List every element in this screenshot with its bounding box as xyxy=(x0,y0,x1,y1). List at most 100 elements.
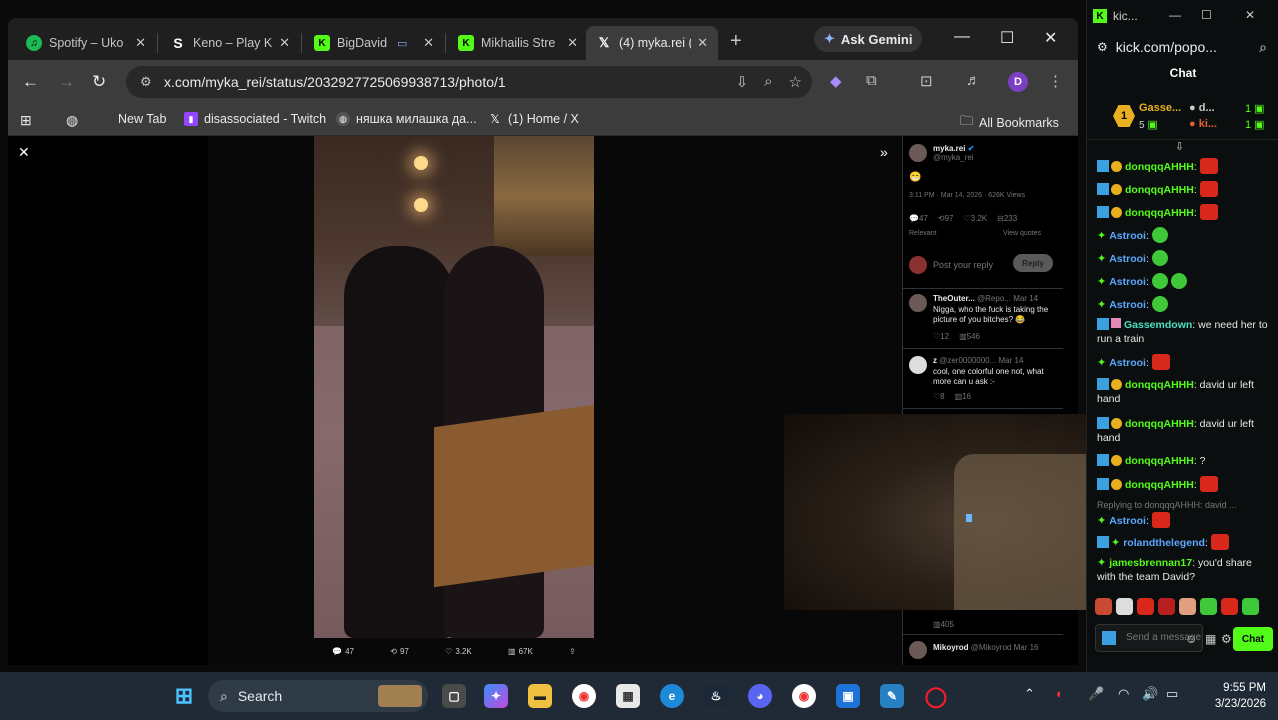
app-icon[interactable]: ▣ xyxy=(836,684,860,708)
bookmark-x-home[interactable]: 𝕏 (1) Home / X xyxy=(488,112,579,126)
back-button[interactable]: ← xyxy=(22,72,39,92)
bookmark-new-tab[interactable]: New Tab xyxy=(118,112,166,126)
address-bar[interactable]: ⚙ x.com/myka_rei/status/2032927725069938… xyxy=(126,66,812,98)
chrome-profile-icon[interactable]: ◉ xyxy=(792,684,816,708)
close-window-button[interactable]: ✕ xyxy=(1245,8,1255,22)
reply-author[interactable]: TheOuter... xyxy=(933,294,975,303)
author-name[interactable]: myka.rei ✔ xyxy=(933,144,1078,153)
close-icon[interactable]: ✕ xyxy=(567,35,578,51)
gifter-name-3[interactable]: ● ki... xyxy=(1189,118,1217,130)
reply-button[interactable]: Reply xyxy=(1013,254,1053,272)
taskbar-search[interactable]: ⌕ Search xyxy=(208,680,428,712)
site-info-icon[interactable]: ⚙ xyxy=(1097,40,1108,54)
chat-username[interactable]: donqqqAHHH xyxy=(1125,479,1194,491)
reply-author[interactable]: z xyxy=(933,356,937,365)
chat-username[interactable]: Astrooi xyxy=(1109,299,1146,311)
clock[interactable]: 9:55 PM 3/23/2026 xyxy=(1196,680,1266,712)
chat-username[interactable]: Astrooi xyxy=(1109,515,1146,527)
all-bookmarks[interactable]: 🗀 All Bookmarks xyxy=(960,112,1059,134)
discord-icon[interactable]: ◕ xyxy=(748,684,772,708)
bookmark-nyashka[interactable]: ◍ няшка милашка да... xyxy=(336,112,477,126)
battery-icon[interactable]: ▭ xyxy=(1166,686,1178,702)
emote-icon[interactable] xyxy=(1158,598,1175,615)
file-explorer-icon[interactable]: ▬ xyxy=(528,684,552,708)
bookmark-star-icon[interactable]: ☆ xyxy=(789,73,802,91)
emote-icon[interactable] xyxy=(1200,598,1217,615)
emote-icon[interactable] xyxy=(1242,598,1259,615)
author-avatar[interactable] xyxy=(909,144,927,162)
chat-username[interactable]: rolandthelegend xyxy=(1123,537,1205,549)
chat-username[interactable]: Astrooi xyxy=(1109,230,1146,242)
close-icon[interactable]: ✕ xyxy=(135,35,146,51)
close-window-button[interactable]: ✕ xyxy=(1044,28,1057,48)
share-action[interactable]: ⇪ xyxy=(569,642,576,660)
speaker-icon[interactable]: 🔊 xyxy=(1142,686,1158,702)
tab-search-icon[interactable]: ⊡ xyxy=(920,72,933,90)
search-icon[interactable]: ⌕ xyxy=(1259,39,1267,56)
emoji-icon[interactable]: ☺ xyxy=(1185,632,1197,646)
bookmark-stat[interactable]: ⊟233 xyxy=(997,214,1017,223)
emote-icon[interactable] xyxy=(1116,598,1133,615)
windows-start-icon[interactable]: ⊞ xyxy=(172,683,196,708)
chrome-menu-icon[interactable]: ⋮ xyxy=(1048,72,1063,90)
chat-username[interactable]: donqqqAHHH xyxy=(1125,184,1194,196)
reply-avatar[interactable] xyxy=(909,356,927,374)
steam-icon[interactable]: ♨ xyxy=(704,684,728,708)
tab-x-myka[interactable]: 𝕏 (4) myka.rei ( ✕ xyxy=(586,26,718,60)
close-photo-button[interactable]: ✕ xyxy=(18,144,30,161)
apps-grid-icon[interactable]: ⊞ xyxy=(20,112,32,129)
reply-views[interactable]: ▥405 xyxy=(933,620,954,629)
media-controls-icon[interactable]: ♬ xyxy=(966,72,981,89)
minimize-button[interactable]: — xyxy=(954,28,970,46)
chat-username[interactable]: donqqqAHHH xyxy=(1125,207,1194,219)
emote-icon[interactable] xyxy=(1221,598,1238,615)
like-stat[interactable]: ♡3.2K xyxy=(963,214,987,223)
kick-url-bar[interactable]: ⚙ kick.com/popo... ⌕ xyxy=(1087,32,1278,62)
tab-mikhailis[interactable]: K Mikhailis Stre ✕ xyxy=(448,26,588,60)
views-action[interactable]: ▥ 67K xyxy=(508,642,533,660)
ask-gemini-button[interactable]: ✦ Ask Gemini xyxy=(814,26,923,52)
tray-app-icon[interactable]: ◐ xyxy=(1056,686,1064,701)
tweet-photo[interactable] xyxy=(314,136,594,638)
reply-stat[interactable]: 💬47 xyxy=(909,214,928,223)
tab-spotify[interactable]: ♫ Spotify – Uko ✕ xyxy=(16,26,156,60)
minimize-button[interactable]: — xyxy=(1169,8,1181,22)
like-action[interactable]: ♡ 3.2K xyxy=(445,642,472,660)
bookmark-twitch[interactable]: ▮ disassociated - Twitch xyxy=(184,112,326,126)
repost-action[interactable]: ⟲ 97 xyxy=(390,642,409,660)
copilot-icon[interactable]: ✦ xyxy=(484,684,508,708)
reply-views[interactable]: ▥16 xyxy=(955,392,971,401)
send-chat-button[interactable]: Chat xyxy=(1233,627,1273,651)
paint-icon[interactable]: ✎ xyxy=(880,684,904,708)
reply-input[interactable]: Post your reply xyxy=(933,260,1013,270)
chrome-icon[interactable]: ◉ xyxy=(572,684,596,708)
wifi-icon[interactable]: ◠ xyxy=(1118,686,1129,702)
zoom-icon[interactable]: ⌕ xyxy=(764,73,772,91)
task-view-icon[interactable]: ▢ xyxy=(442,684,466,708)
reply-context[interactable]: Replying to donqqqAHHH: david ... xyxy=(1097,498,1271,512)
reply-author[interactable]: Mikoyrod xyxy=(933,643,969,652)
reply-avatar[interactable] xyxy=(909,641,927,659)
extension-icon[interactable]: ◆ xyxy=(830,72,842,90)
new-tab-button[interactable]: + xyxy=(730,30,742,53)
chevron-up-icon[interactable]: ⌃ xyxy=(1024,686,1035,702)
chat-username[interactable]: donqqqAHHH xyxy=(1125,161,1194,173)
view-quotes-link[interactable]: View quotes xyxy=(1003,230,1057,237)
chat-username[interactable]: donqqqAHHH xyxy=(1125,379,1194,391)
reply-avatar[interactable] xyxy=(909,294,927,312)
expand-panel-button[interactable]: » xyxy=(880,144,888,160)
chat-username[interactable]: Astrooi xyxy=(1109,357,1146,369)
reply-views[interactable]: ▥546 xyxy=(959,332,980,341)
chat-username[interactable]: jamesbrennan17 xyxy=(1109,557,1192,569)
tab-keno[interactable]: S Keno – Play K ✕ xyxy=(160,26,300,60)
chat-username[interactable]: donqqqAHHH xyxy=(1125,418,1194,430)
close-icon[interactable]: ✕ xyxy=(423,35,434,51)
repost-stat[interactable]: ⟲97 xyxy=(938,214,954,223)
install-app-icon[interactable]: ⇩ xyxy=(736,73,749,91)
store-icon[interactable]: ▦ xyxy=(616,684,640,708)
opera-icon[interactable]: ◯ xyxy=(924,684,948,708)
microphone-icon[interactable]: 🎤 xyxy=(1088,686,1104,702)
extensions-puzzle-icon[interactable]: ⧉ xyxy=(866,72,877,89)
chat-username[interactable]: Gassemdown xyxy=(1124,319,1192,331)
calendar-icon[interactable]: ▦ xyxy=(1205,632,1216,646)
